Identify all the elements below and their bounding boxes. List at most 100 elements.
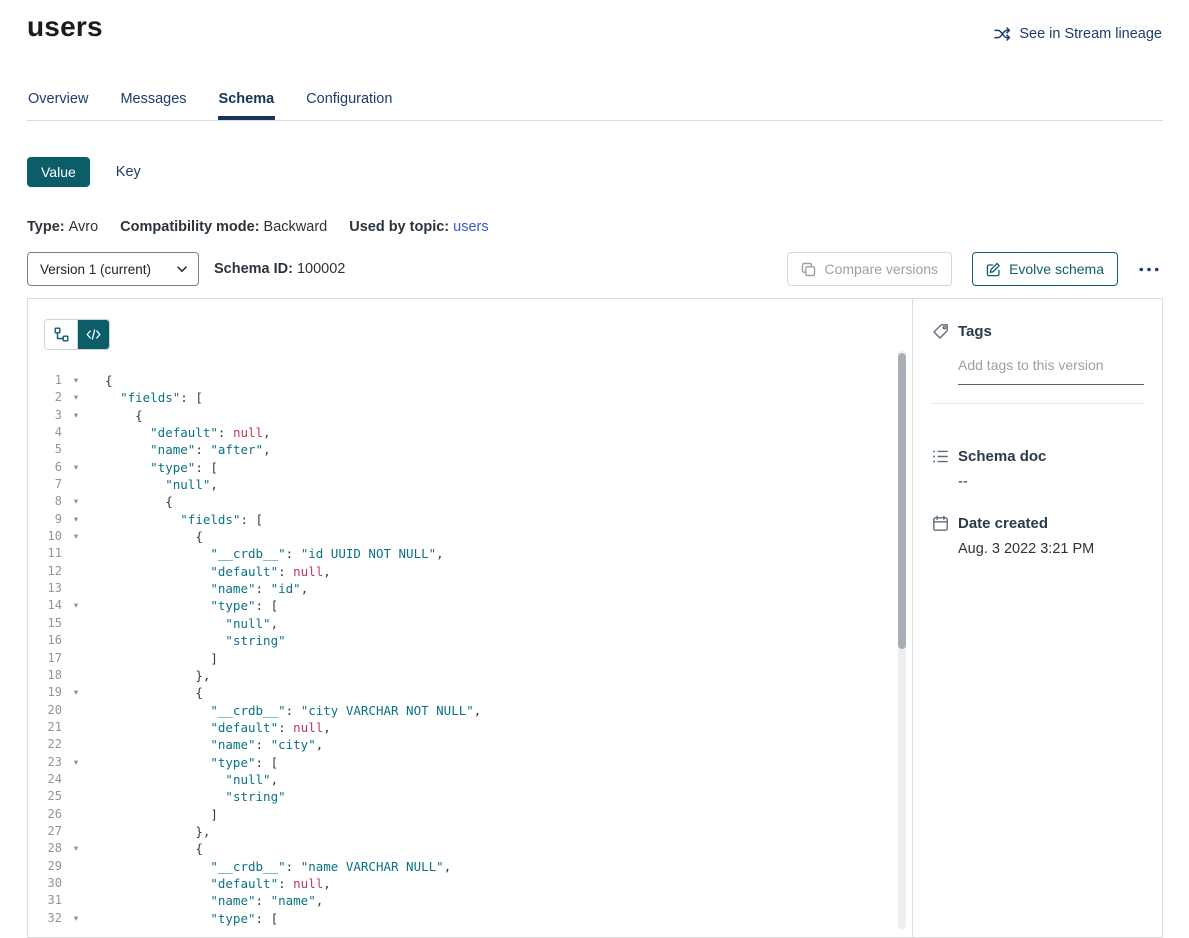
code-text: "type": [ — [84, 597, 278, 614]
fold-toggle-icon[interactable]: ▾ — [68, 389, 84, 406]
fold-spacer — [68, 875, 84, 892]
line-number: 3 — [28, 407, 68, 424]
tab-configuration[interactable]: Configuration — [305, 89, 393, 120]
code-line-1: 1▾{ — [28, 372, 912, 389]
line-number: 25 — [28, 788, 68, 805]
fold-spacer — [68, 424, 84, 441]
line-number: 12 — [28, 563, 68, 580]
line-number: 14 — [28, 597, 68, 614]
tab-messages[interactable]: Messages — [119, 89, 187, 120]
code-text: "__crdb__": "id UUID NOT NULL", — [84, 545, 444, 562]
line-number: 11 — [28, 545, 68, 562]
tab-schema[interactable]: Schema — [218, 89, 276, 120]
code-line-16: 16 "string" — [28, 632, 912, 649]
value-toggle-button[interactable]: Value — [27, 157, 90, 187]
page-title: users — [27, 10, 1163, 44]
key-toggle-button[interactable]: Key — [116, 164, 141, 180]
code-line-2: 2▾ "fields": [ — [28, 389, 912, 406]
fold-toggle-icon[interactable]: ▾ — [68, 910, 84, 927]
meta-used-by-topic-value[interactable]: users — [453, 219, 488, 235]
chevron-down-icon — [177, 266, 187, 273]
line-number: 5 — [28, 441, 68, 458]
fold-spacer — [68, 788, 84, 805]
code-line-29: 29 "__crdb__": "name VARCHAR NULL", — [28, 858, 912, 875]
fold-spacer — [68, 667, 84, 684]
line-number: 10 — [28, 528, 68, 545]
line-number: 29 — [28, 858, 68, 875]
tag-icon — [932, 323, 949, 340]
code-text: "name": "name", — [84, 892, 323, 909]
tab-overview[interactable]: Overview — [27, 89, 89, 120]
fold-toggle-icon[interactable]: ▾ — [68, 493, 84, 510]
code-line-6: 6▾ "type": [ — [28, 459, 912, 476]
code-view-button[interactable] — [77, 320, 109, 349]
schema-meta-row: Type:AvroCompatibility mode:BackwardUsed… — [27, 219, 1163, 235]
line-number: 7 — [28, 476, 68, 493]
fold-toggle-icon[interactable]: ▾ — [68, 459, 84, 476]
list-icon — [932, 448, 949, 465]
fold-toggle-icon[interactable]: ▾ — [68, 597, 84, 614]
evolve-schema-button[interactable]: Evolve schema — [972, 252, 1118, 286]
fold-toggle-icon[interactable]: ▾ — [68, 528, 84, 545]
line-number: 32 — [28, 910, 68, 927]
code-text: { — [84, 493, 173, 510]
code-line-24: 24 "null", — [28, 771, 912, 788]
schema-doc-header: Schema doc — [932, 448, 1144, 465]
more-options-button[interactable] — [1135, 263, 1163, 276]
code-text: { — [84, 840, 203, 857]
code-text: "name": "city", — [84, 736, 323, 753]
compare-versions-label: Compare versions — [824, 261, 938, 277]
code-text: "null", — [84, 476, 218, 493]
code-line-21: 21 "default": null, — [28, 719, 912, 736]
lineage-icon — [994, 27, 1011, 41]
line-number: 1 — [28, 372, 68, 389]
line-number: 31 — [28, 892, 68, 909]
code-line-4: 4 "default": null, — [28, 424, 912, 441]
editor-scrollbar-thumb[interactable] — [898, 353, 906, 649]
calendar-icon — [932, 515, 949, 532]
line-number: 6 — [28, 459, 68, 476]
fold-toggle-icon[interactable]: ▾ — [68, 840, 84, 857]
code-text: "default": null, — [84, 563, 331, 580]
code-text: { — [84, 407, 143, 424]
fold-toggle-icon[interactable]: ▾ — [68, 754, 84, 771]
code-text: "string" — [84, 632, 286, 649]
editor-view-toggle — [44, 319, 110, 350]
tree-view-button[interactable] — [45, 320, 77, 349]
code-line-13: 13 "name": "id", — [28, 580, 912, 597]
code-text: "fields": [ — [84, 389, 203, 406]
editor-scrollbar[interactable] — [898, 351, 906, 929]
code-text: { — [84, 528, 203, 545]
add-tags-input[interactable] — [958, 353, 1144, 385]
fold-spacer — [68, 702, 84, 719]
fold-spacer — [68, 580, 84, 597]
code-text: "null", — [84, 615, 278, 632]
compare-versions-button[interactable]: Compare versions — [787, 252, 952, 286]
fold-spacer — [68, 650, 84, 667]
schema-editor: 1▾{2▾ "fields": [3▾ {4 "default": null,5… — [28, 299, 912, 937]
line-number: 22 — [28, 736, 68, 753]
fold-toggle-icon[interactable]: ▾ — [68, 684, 84, 701]
fold-spacer — [68, 719, 84, 736]
line-number: 13 — [28, 580, 68, 597]
date-created-value: Aug. 3 2022 3:21 PM — [958, 541, 1144, 557]
code-line-3: 3▾ { — [28, 407, 912, 424]
code-text: "type": [ — [84, 910, 278, 927]
line-number: 4 — [28, 424, 68, 441]
fold-toggle-icon[interactable]: ▾ — [68, 372, 84, 389]
code-text: "type": [ — [84, 459, 218, 476]
meta-used-by-topic: Used by topic:users — [349, 219, 488, 235]
fold-spacer — [68, 632, 84, 649]
code-view-icon — [86, 329, 101, 340]
code-text: "null", — [84, 771, 278, 788]
line-number: 2 — [28, 389, 68, 406]
stream-lineage-link[interactable]: See in Stream lineage — [994, 26, 1162, 42]
version-select[interactable]: Version 1 (current) — [27, 252, 199, 286]
code-text: "__crdb__": "name VARCHAR NULL", — [84, 858, 451, 875]
evolve-schema-icon — [986, 262, 1001, 277]
date-created-header: Date created — [932, 515, 1144, 532]
code-line-22: 22 "name": "city", — [28, 736, 912, 753]
fold-spacer — [68, 892, 84, 909]
fold-toggle-icon[interactable]: ▾ — [68, 511, 84, 528]
fold-toggle-icon[interactable]: ▾ — [68, 407, 84, 424]
